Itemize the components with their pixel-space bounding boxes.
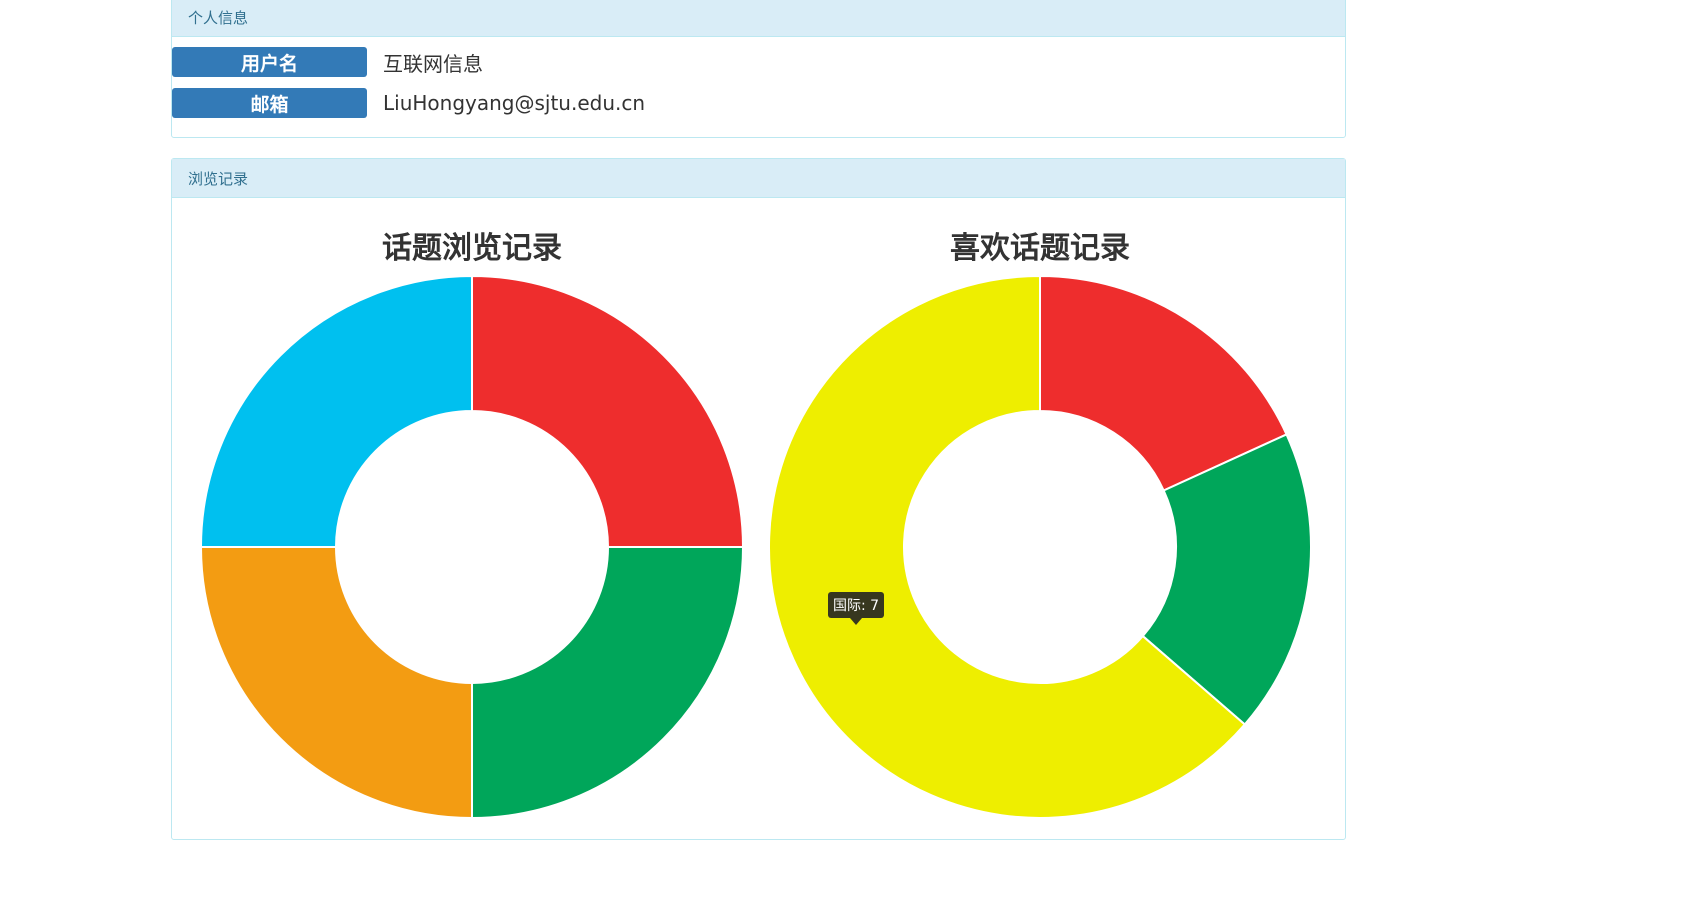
topic-browse-doughnut bbox=[199, 274, 745, 820]
doughnut-slice-0-1[interactable] bbox=[471, 546, 745, 820]
liked-topic-chart-title: 喜欢话题记录 bbox=[950, 231, 1130, 266]
tooltip-label: 国际: 7 bbox=[833, 598, 879, 614]
charts-canvas: 话题浏览记录 喜欢话题记录 国际: 7 bbox=[199, 231, 1312, 820]
doughnut-slice-0-0[interactable] bbox=[471, 274, 745, 548]
doughnut-slice-0-2[interactable] bbox=[199, 546, 473, 820]
topic-browse-chart-title: 话题浏览记录 bbox=[382, 231, 562, 266]
doughnut-slice-0-3[interactable] bbox=[199, 274, 473, 548]
liked-topic-doughnut bbox=[768, 274, 1312, 819]
